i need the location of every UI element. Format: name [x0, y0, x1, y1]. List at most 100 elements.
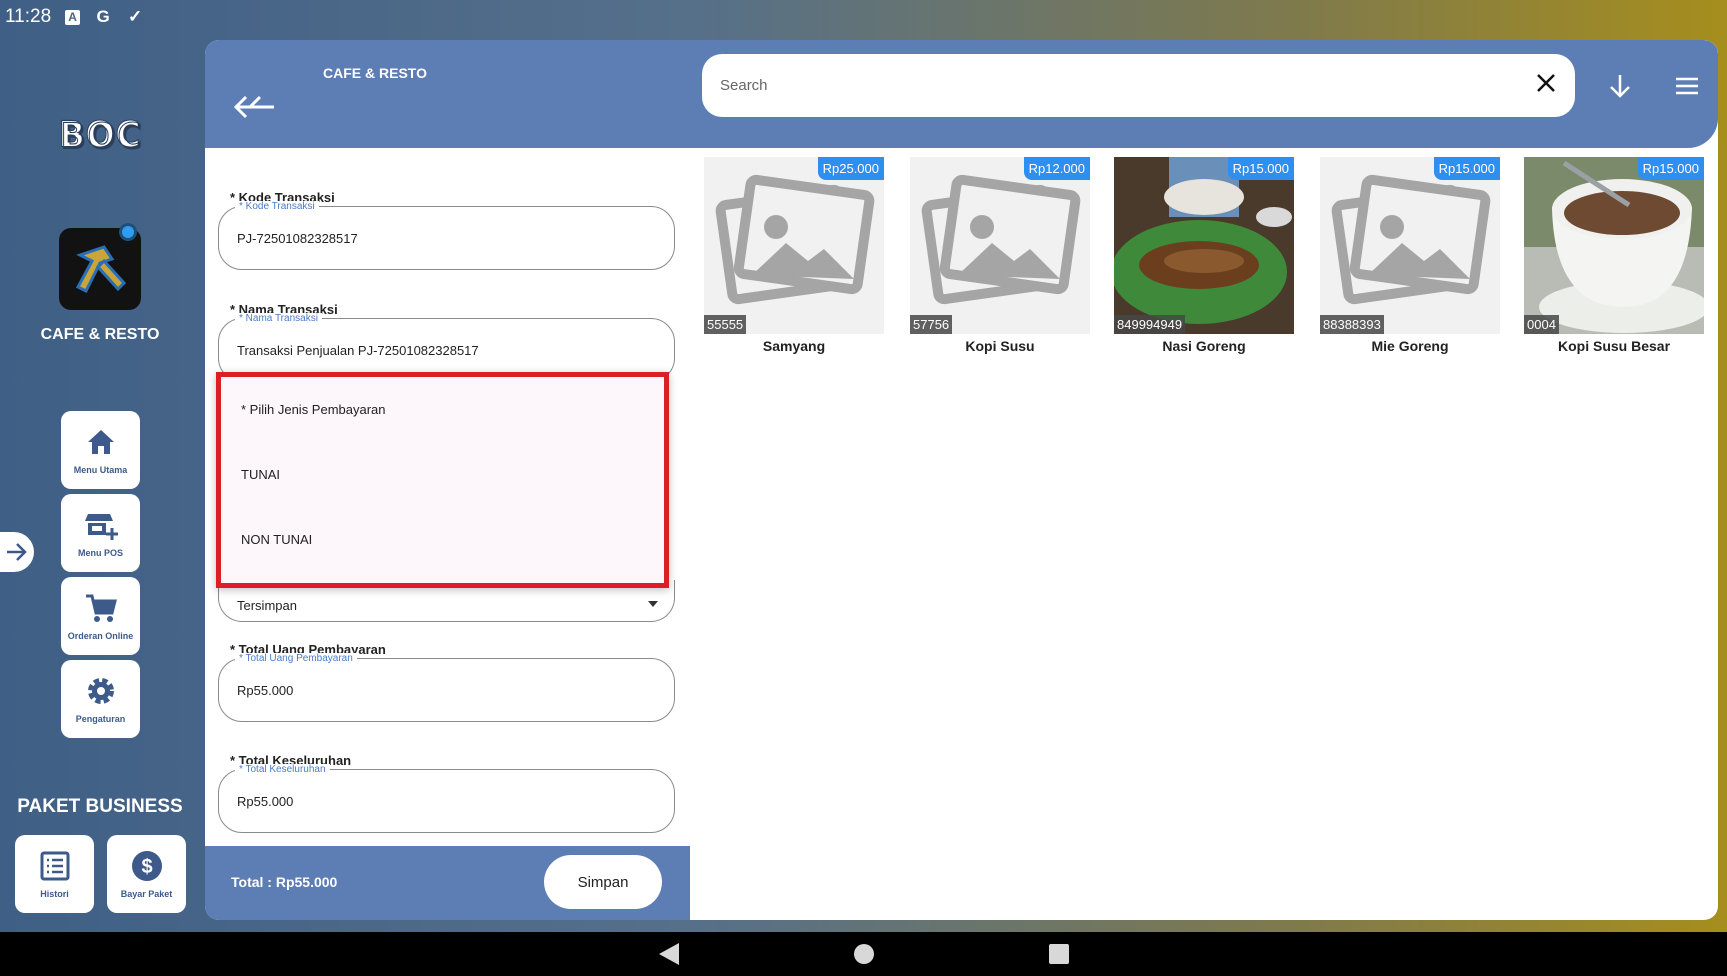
product-code: 88388393: [1320, 315, 1384, 334]
total-keseluruhan-input[interactable]: * Total Keseluruhan Rp55.000: [218, 764, 675, 833]
hammer-icon: [75, 245, 127, 294]
notification-dot: [119, 223, 137, 241]
form-footer: Total : Rp55.000 Simpan: [205, 846, 690, 920]
image-placeholder-icon: [921, 174, 1081, 305]
dollar-icon: $: [131, 851, 162, 881]
gear-icon: [87, 678, 114, 704]
field-value: Transaksi Penjualan PJ-72501082328517: [237, 342, 479, 358]
form-header-title: CAFE & RESTO: [323, 65, 427, 81]
nav-back-icon[interactable]: [658, 943, 679, 965]
product-card[interactable]: Rp25.000 55555 Samyang: [704, 157, 884, 354]
product-catalog: Rp25.000 55555 Samyang Rp12.000 57756 Ko…: [690, 40, 1718, 920]
system-nav-bar: [0, 932, 1727, 976]
catalog-header: [690, 40, 1718, 148]
product-code: 0004: [1524, 315, 1559, 334]
product-card[interactable]: Rp12.000 57756 Kopi Susu: [910, 157, 1090, 354]
product-name: Kopi Susu Besar: [1557, 338, 1671, 354]
arrow-down-icon[interactable]: [1606, 72, 1634, 100]
product-image: Rp12.000 57756: [910, 157, 1090, 334]
product-code: 55555: [704, 315, 747, 334]
tile-label: Histori: [40, 889, 69, 899]
product-image: Rp15.000 88388393: [1320, 157, 1500, 334]
google-icon: G: [96, 7, 110, 26]
total-keseluruhan-field: * Total Keseluruhan * Total Keseluruhan …: [218, 753, 675, 833]
product-image: Rp15.000 849994949: [1114, 157, 1294, 334]
search-input[interactable]: [720, 77, 1500, 94]
footer-total: Total : Rp55.000: [231, 874, 338, 890]
pengaturan-button[interactable]: Pengaturan: [61, 660, 140, 738]
home-icon: [87, 430, 114, 454]
product-image: Rp15.000 0004: [1524, 157, 1704, 334]
form-header: CAFE & RESTO: [205, 40, 690, 148]
status-time: 11:28: [5, 6, 52, 27]
product-code: 849994949: [1114, 315, 1186, 334]
field-value: Tersimpan: [237, 598, 297, 613]
product-code: 57756: [910, 315, 953, 334]
chevron-down-icon: [648, 601, 658, 607]
tile-label: Pengaturan: [75, 714, 126, 724]
back-arrow-icon[interactable]: [230, 92, 278, 122]
product-card[interactable]: Rp15.000 0004 Kopi Susu Besar: [1524, 157, 1704, 354]
field-float-label: * Total Uang Pembayaran: [235, 653, 357, 664]
dropdown-option-tunai[interactable]: TUNAI: [221, 442, 664, 507]
svg-text:BOC: BOC: [59, 115, 142, 156]
app-logo: [59, 223, 141, 310]
list-icon: [40, 851, 69, 881]
tile-label: Orderan Online: [67, 631, 134, 641]
store-add-icon: [84, 514, 118, 540]
total-uang-pembayaran-input[interactable]: * Total Uang Pembayaran Rp55.000: [218, 653, 675, 722]
product-price: Rp12.000: [1023, 157, 1090, 180]
menu-utama-button[interactable]: Menu Utama: [61, 411, 140, 489]
brand-logo: BOC: [25, 103, 175, 162]
dropdown-option-pilih[interactable]: * Pilih Jenis Pembayaran: [221, 377, 664, 442]
field-value: Rp55.000: [237, 682, 294, 698]
status-bar: 11:28 A G ✓: [0, 0, 1727, 34]
field-float-label: * Kode Transaksi: [235, 201, 319, 212]
left-rail: BOC CAFE & RESTO Menu Utama Menu POS Ord…: [0, 34, 200, 932]
image-placeholder-icon: [715, 174, 875, 305]
field-value: Rp55.000: [237, 793, 294, 809]
tile-label: Menu Utama: [73, 465, 128, 475]
field-float-label: * Total Keseluruhan: [235, 764, 330, 775]
product-image: Rp25.000 55555: [704, 157, 884, 334]
close-icon[interactable]: [1535, 72, 1557, 94]
package-title: PAKET BUSINESS: [17, 796, 183, 817]
simpan-button[interactable]: Simpan: [544, 855, 662, 909]
menu-pos-button[interactable]: Menu POS: [61, 494, 140, 572]
nav-home-icon[interactable]: [853, 944, 874, 964]
product-card[interactable]: Rp15.000 849994949 Nasi Goreng: [1114, 157, 1294, 354]
cart-icon: [85, 594, 117, 622]
product-name: Mie Goreng: [1371, 338, 1449, 354]
orderan-online-button[interactable]: Orderan Online: [61, 577, 140, 655]
kode-transaksi-input[interactable]: * Kode Transaksi PJ-72501082328517: [218, 201, 675, 270]
nama-transaksi-field: * Nama Transaksi * Nama Transaksi Transa…: [218, 302, 675, 382]
product-price: Rp15.000: [1227, 157, 1294, 180]
product-name: Nasi Goreng: [1162, 338, 1246, 354]
arrow-right-icon: [7, 543, 27, 561]
food-photo: [1114, 157, 1294, 334]
payment-type-dropdown: * Pilih Jenis Pembayaran TUNAI NON TUNAI: [216, 372, 669, 588]
product-grid: Rp25.000 55555 Samyang Rp12.000 57756 Ko…: [704, 157, 1714, 357]
menu-icon[interactable]: [1673, 72, 1701, 100]
tile-label: Menu POS: [77, 548, 123, 558]
field-value: PJ-72501082328517: [237, 230, 358, 246]
svg-text:$: $: [141, 856, 152, 878]
total-uang-pembayaran-field: * Total Uang Pembayaran * Total Uang Pem…: [218, 642, 675, 722]
bayar-paket-button[interactable]: $ Bayar Paket: [107, 835, 186, 913]
nav-recents-icon[interactable]: [1048, 944, 1069, 964]
search-bar: [702, 54, 1575, 117]
field-float-label: * Nama Transaksi: [235, 313, 322, 324]
dropdown-option-non-tunai[interactable]: NON TUNAI: [221, 507, 664, 572]
a-box-icon: A: [65, 9, 81, 25]
product-name: Kopi Susu: [965, 338, 1035, 354]
product-name: Samyang: [762, 338, 826, 354]
image-placeholder-icon: [1331, 174, 1491, 305]
product-price: Rp15.000: [1637, 157, 1704, 180]
coffee-photo: [1524, 157, 1704, 334]
product-card[interactable]: Rp15.000 88388393 Mie Goreng: [1320, 157, 1500, 354]
histori-button[interactable]: Histori: [15, 835, 94, 913]
product-price: Rp25.000: [817, 157, 884, 180]
store-name: CAFE & RESTO: [40, 326, 160, 343]
check-icon: ✓: [128, 7, 143, 26]
product-price: Rp15.000: [1433, 157, 1500, 180]
